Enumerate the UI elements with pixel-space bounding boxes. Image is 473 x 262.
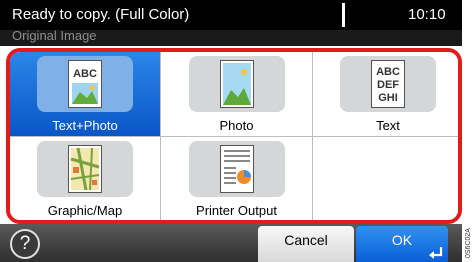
option-label: Printer Output <box>196 203 277 218</box>
text-icon: ABC DEF GHI <box>371 60 405 108</box>
printer-output-icon <box>219 145 254 193</box>
cancel-label: Cancel <box>284 232 328 248</box>
status-separator <box>342 3 345 27</box>
help-button[interactable]: ? <box>10 229 40 259</box>
status-message: Ready to copy. (Full Color) <box>12 6 190 23</box>
grid-divider <box>10 136 458 137</box>
option-label: Text <box>376 118 400 133</box>
ok-label: OK <box>391 232 413 248</box>
option-text[interactable]: ABC DEF GHI Text <box>313 52 458 136</box>
option-label: Photo <box>219 118 254 133</box>
option-label: Text+Photo <box>52 118 118 133</box>
option-photo[interactable]: Photo <box>161 52 312 136</box>
option-graphic-map[interactable]: Graphic/Map <box>10 137 160 220</box>
title-bar: Original Image <box>0 30 462 46</box>
option-text-photo[interactable]: ABC Text+Photo <box>10 52 160 136</box>
side-code: 0S6C02A <box>465 228 472 258</box>
icon-abc-text: ABC <box>73 68 97 80</box>
original-image-options: ABC Text+Photo Photo ABC DEF GHI Text Gr… <box>6 48 462 224</box>
icon-text-line: ABC <box>376 66 400 78</box>
screen-title: Original Image <box>12 30 97 43</box>
copy-screen: Ready to copy. (Full Color) 10:10 Origin… <box>0 0 462 262</box>
status-bar: Ready to copy. (Full Color) 10:10 <box>0 0 462 30</box>
text-photo-icon: ABC <box>68 60 102 108</box>
photo-icon <box>219 60 254 108</box>
cancel-button[interactable]: Cancel <box>258 226 354 262</box>
grid-divider <box>160 52 161 220</box>
ok-button[interactable]: OK <box>356 226 448 262</box>
option-printer-output[interactable]: Printer Output <box>161 137 312 220</box>
enter-arrow-icon <box>429 247 443 259</box>
graphic-map-icon <box>68 145 102 193</box>
icon-text-line: DEF <box>377 79 399 91</box>
status-time: 10:10 <box>408 6 446 23</box>
empty-option-slot <box>313 137 458 220</box>
icon-text-line: GHI <box>378 92 398 104</box>
grid-divider <box>312 52 313 220</box>
bottom-bar: ? Cancel OK <box>0 224 462 262</box>
option-label: Graphic/Map <box>47 203 123 218</box>
